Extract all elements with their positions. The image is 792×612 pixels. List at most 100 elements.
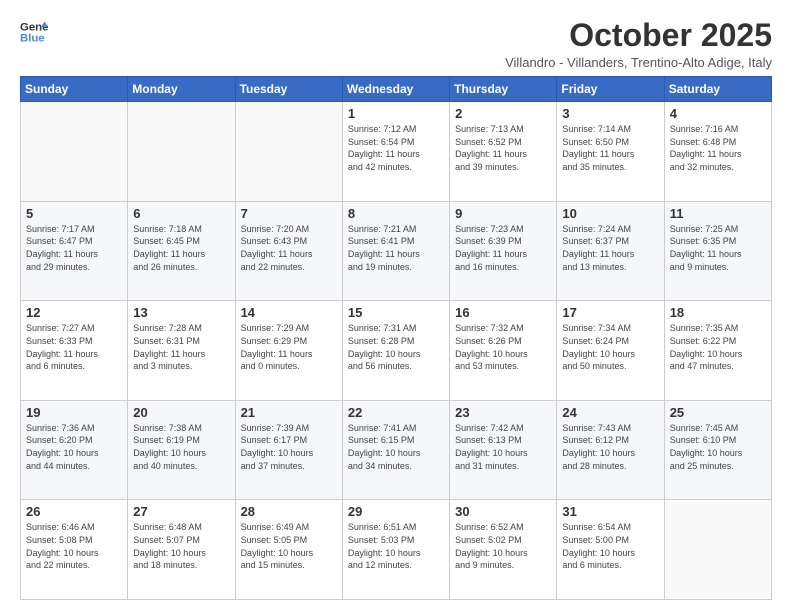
day-info: Sunrise: 7:21 AM Sunset: 6:41 PM Dayligh…	[348, 223, 444, 273]
calendar-cell-1-3	[235, 102, 342, 202]
calendar-cell-4-1: 19 Sunrise: 7:36 AM Sunset: 6:20 PM Dayli…	[21, 400, 128, 500]
calendar-header-tuesday: Tuesday	[235, 77, 342, 102]
calendar-cell-5-7	[664, 500, 771, 600]
svg-text:Blue: Blue	[20, 33, 45, 45]
day-info: Sunrise: 7:42 AM Sunset: 6:13 PM Dayligh…	[455, 422, 551, 472]
calendar-cell-5-6: 31Sunrise: 6:54 AM Sunset: 5:00 PM Dayli…	[557, 500, 664, 600]
day-number: 18	[670, 305, 766, 320]
calendar-cell-4-3: 21 Sunrise: 7:39 AM Sunset: 6:17 PM Dayli…	[235, 400, 342, 500]
calendar-header-friday: Friday	[557, 77, 664, 102]
calendar-cell-3-5: 16 Sunrise: 7:32 AM Sunset: 6:26 PM Dayli…	[450, 301, 557, 401]
day-info: Sunrise: 7:43 AM Sunset: 6:12 PM Dayligh…	[562, 422, 658, 472]
day-info: Sunrise: 7:20 AM Sunset: 6:43 PM Dayligh…	[241, 223, 337, 273]
day-info: Sunrise: 6:48 AM Sunset: 5:07 PM Dayligh…	[133, 521, 229, 571]
day-info: Sunrise: 7:36 AM Sunset: 6:20 PM Dayligh…	[26, 422, 122, 472]
month-title: October 2025	[505, 18, 772, 53]
day-info: Sunrise: 7:39 AM Sunset: 6:17 PM Dayligh…	[241, 422, 337, 472]
calendar-cell-3-3: 14 Sunrise: 7:29 AM Sunset: 6:29 PM Dayli…	[235, 301, 342, 401]
calendar-cell-3-4: 15 Sunrise: 7:31 AM Sunset: 6:28 PM Dayli…	[342, 301, 449, 401]
calendar-cell-3-7: 18 Sunrise: 7:35 AM Sunset: 6:22 PM Dayli…	[664, 301, 771, 401]
day-info: Sunrise: 7:24 AM Sunset: 6:37 PM Dayligh…	[562, 223, 658, 273]
calendar-cell-2-6: 10 Sunrise: 7:24 AM Sunset: 6:37 PM Dayli…	[557, 201, 664, 301]
day-number: 29	[348, 504, 444, 519]
day-number: 21	[241, 405, 337, 420]
day-info: Sunrise: 7:34 AM Sunset: 6:24 PM Dayligh…	[562, 322, 658, 372]
calendar-cell-2-2: 6Sunrise: 7:18 AM Sunset: 6:45 PM Daylig…	[128, 201, 235, 301]
calendar-cell-2-3: 7 Sunrise: 7:20 AM Sunset: 6:43 PM Daylig…	[235, 201, 342, 301]
day-number: 28	[241, 504, 337, 519]
calendar-week-4: 19 Sunrise: 7:36 AM Sunset: 6:20 PM Dayli…	[21, 400, 772, 500]
calendar-cell-5-1: 26 Sunrise: 6:46 AM Sunset: 5:08 PM Dayli…	[21, 500, 128, 600]
calendar-cell-2-1: 5 Sunrise: 7:17 AM Sunset: 6:47 PM Daylig…	[21, 201, 128, 301]
logo-icon: General Blue	[20, 18, 48, 46]
calendar-header-monday: Monday	[128, 77, 235, 102]
day-number: 16	[455, 305, 551, 320]
calendar-cell-5-4: 29Sunrise: 6:51 AM Sunset: 5:03 PM Dayli…	[342, 500, 449, 600]
day-info: Sunrise: 7:18 AM Sunset: 6:45 PM Dayligh…	[133, 223, 229, 273]
day-number: 1	[348, 106, 444, 121]
day-info: Sunrise: 7:31 AM Sunset: 6:28 PM Dayligh…	[348, 322, 444, 372]
day-info: Sunrise: 7:28 AM Sunset: 6:31 PM Dayligh…	[133, 322, 229, 372]
day-number: 14	[241, 305, 337, 320]
day-number: 13	[133, 305, 229, 320]
day-info: Sunrise: 7:29 AM Sunset: 6:29 PM Dayligh…	[241, 322, 337, 372]
day-number: 10	[562, 206, 658, 221]
day-info: Sunrise: 7:32 AM Sunset: 6:26 PM Dayligh…	[455, 322, 551, 372]
calendar-cell-3-6: 17 Sunrise: 7:34 AM Sunset: 6:24 PM Dayli…	[557, 301, 664, 401]
calendar-header-row: SundayMondayTuesdayWednesdayThursdayFrid…	[21, 77, 772, 102]
calendar-cell-4-6: 24 Sunrise: 7:43 AM Sunset: 6:12 PM Dayli…	[557, 400, 664, 500]
day-number: 11	[670, 206, 766, 221]
calendar-cell-1-2	[128, 102, 235, 202]
calendar-cell-5-3: 28Sunrise: 6:49 AM Sunset: 5:05 PM Dayli…	[235, 500, 342, 600]
day-number: 12	[26, 305, 122, 320]
calendar-cell-3-2: 13 Sunrise: 7:28 AM Sunset: 6:31 PM Dayli…	[128, 301, 235, 401]
day-info: Sunrise: 6:46 AM Sunset: 5:08 PM Dayligh…	[26, 521, 122, 571]
calendar-cell-1-5: 2 Sunrise: 7:13 AM Sunset: 6:52 PM Daylig…	[450, 102, 557, 202]
calendar-cell-1-1	[21, 102, 128, 202]
day-number: 19	[26, 405, 122, 420]
day-number: 2	[455, 106, 551, 121]
calendar-cell-4-4: 22 Sunrise: 7:41 AM Sunset: 6:15 PM Dayli…	[342, 400, 449, 500]
day-number: 17	[562, 305, 658, 320]
day-info: Sunrise: 7:13 AM Sunset: 6:52 PM Dayligh…	[455, 123, 551, 173]
calendar-cell-4-5: 23 Sunrise: 7:42 AM Sunset: 6:13 PM Dayli…	[450, 400, 557, 500]
day-number: 30	[455, 504, 551, 519]
logo-area: General Blue	[20, 18, 48, 46]
day-number: 8	[348, 206, 444, 221]
day-number: 26	[26, 504, 122, 519]
calendar-cell-5-2: 27Sunrise: 6:48 AM Sunset: 5:07 PM Dayli…	[128, 500, 235, 600]
day-info: Sunrise: 7:41 AM Sunset: 6:15 PM Dayligh…	[348, 422, 444, 472]
day-number: 3	[562, 106, 658, 121]
day-number: 25	[670, 405, 766, 420]
calendar-cell-2-5: 9Sunrise: 7:23 AM Sunset: 6:39 PM Daylig…	[450, 201, 557, 301]
day-number: 22	[348, 405, 444, 420]
calendar-cell-3-1: 12Sunrise: 7:27 AM Sunset: 6:33 PM Dayli…	[21, 301, 128, 401]
calendar-cell-1-7: 4Sunrise: 7:16 AM Sunset: 6:48 PM Daylig…	[664, 102, 771, 202]
day-number: 24	[562, 405, 658, 420]
calendar-week-3: 12Sunrise: 7:27 AM Sunset: 6:33 PM Dayli…	[21, 301, 772, 401]
calendar-cell-2-7: 11Sunrise: 7:25 AM Sunset: 6:35 PM Dayli…	[664, 201, 771, 301]
day-number: 7	[241, 206, 337, 221]
day-number: 20	[133, 405, 229, 420]
day-info: Sunrise: 7:17 AM Sunset: 6:47 PM Dayligh…	[26, 223, 122, 273]
calendar-cell-1-4: 1 Sunrise: 7:12 AM Sunset: 6:54 PM Daylig…	[342, 102, 449, 202]
day-number: 4	[670, 106, 766, 121]
day-info: Sunrise: 7:14 AM Sunset: 6:50 PM Dayligh…	[562, 123, 658, 173]
calendar-week-5: 26 Sunrise: 6:46 AM Sunset: 5:08 PM Dayli…	[21, 500, 772, 600]
calendar-header-sunday: Sunday	[21, 77, 128, 102]
calendar-header-wednesday: Wednesday	[342, 77, 449, 102]
calendar-week-2: 5 Sunrise: 7:17 AM Sunset: 6:47 PM Daylig…	[21, 201, 772, 301]
day-number: 5	[26, 206, 122, 221]
calendar-cell-5-5: 30Sunrise: 6:52 AM Sunset: 5:02 PM Dayli…	[450, 500, 557, 600]
calendar-header-saturday: Saturday	[664, 77, 771, 102]
day-info: Sunrise: 7:35 AM Sunset: 6:22 PM Dayligh…	[670, 322, 766, 372]
day-info: Sunrise: 7:12 AM Sunset: 6:54 PM Dayligh…	[348, 123, 444, 173]
calendar-header-thursday: Thursday	[450, 77, 557, 102]
title-area: October 2025 Villandro - Villanders, Tre…	[505, 18, 772, 70]
calendar-week-1: 1 Sunrise: 7:12 AM Sunset: 6:54 PM Daylig…	[21, 102, 772, 202]
calendar-cell-4-7: 25Sunrise: 7:45 AM Sunset: 6:10 PM Dayli…	[664, 400, 771, 500]
header: General Blue October 2025 Villandro - Vi…	[20, 18, 772, 70]
day-number: 15	[348, 305, 444, 320]
day-info: Sunrise: 7:23 AM Sunset: 6:39 PM Dayligh…	[455, 223, 551, 273]
day-number: 23	[455, 405, 551, 420]
